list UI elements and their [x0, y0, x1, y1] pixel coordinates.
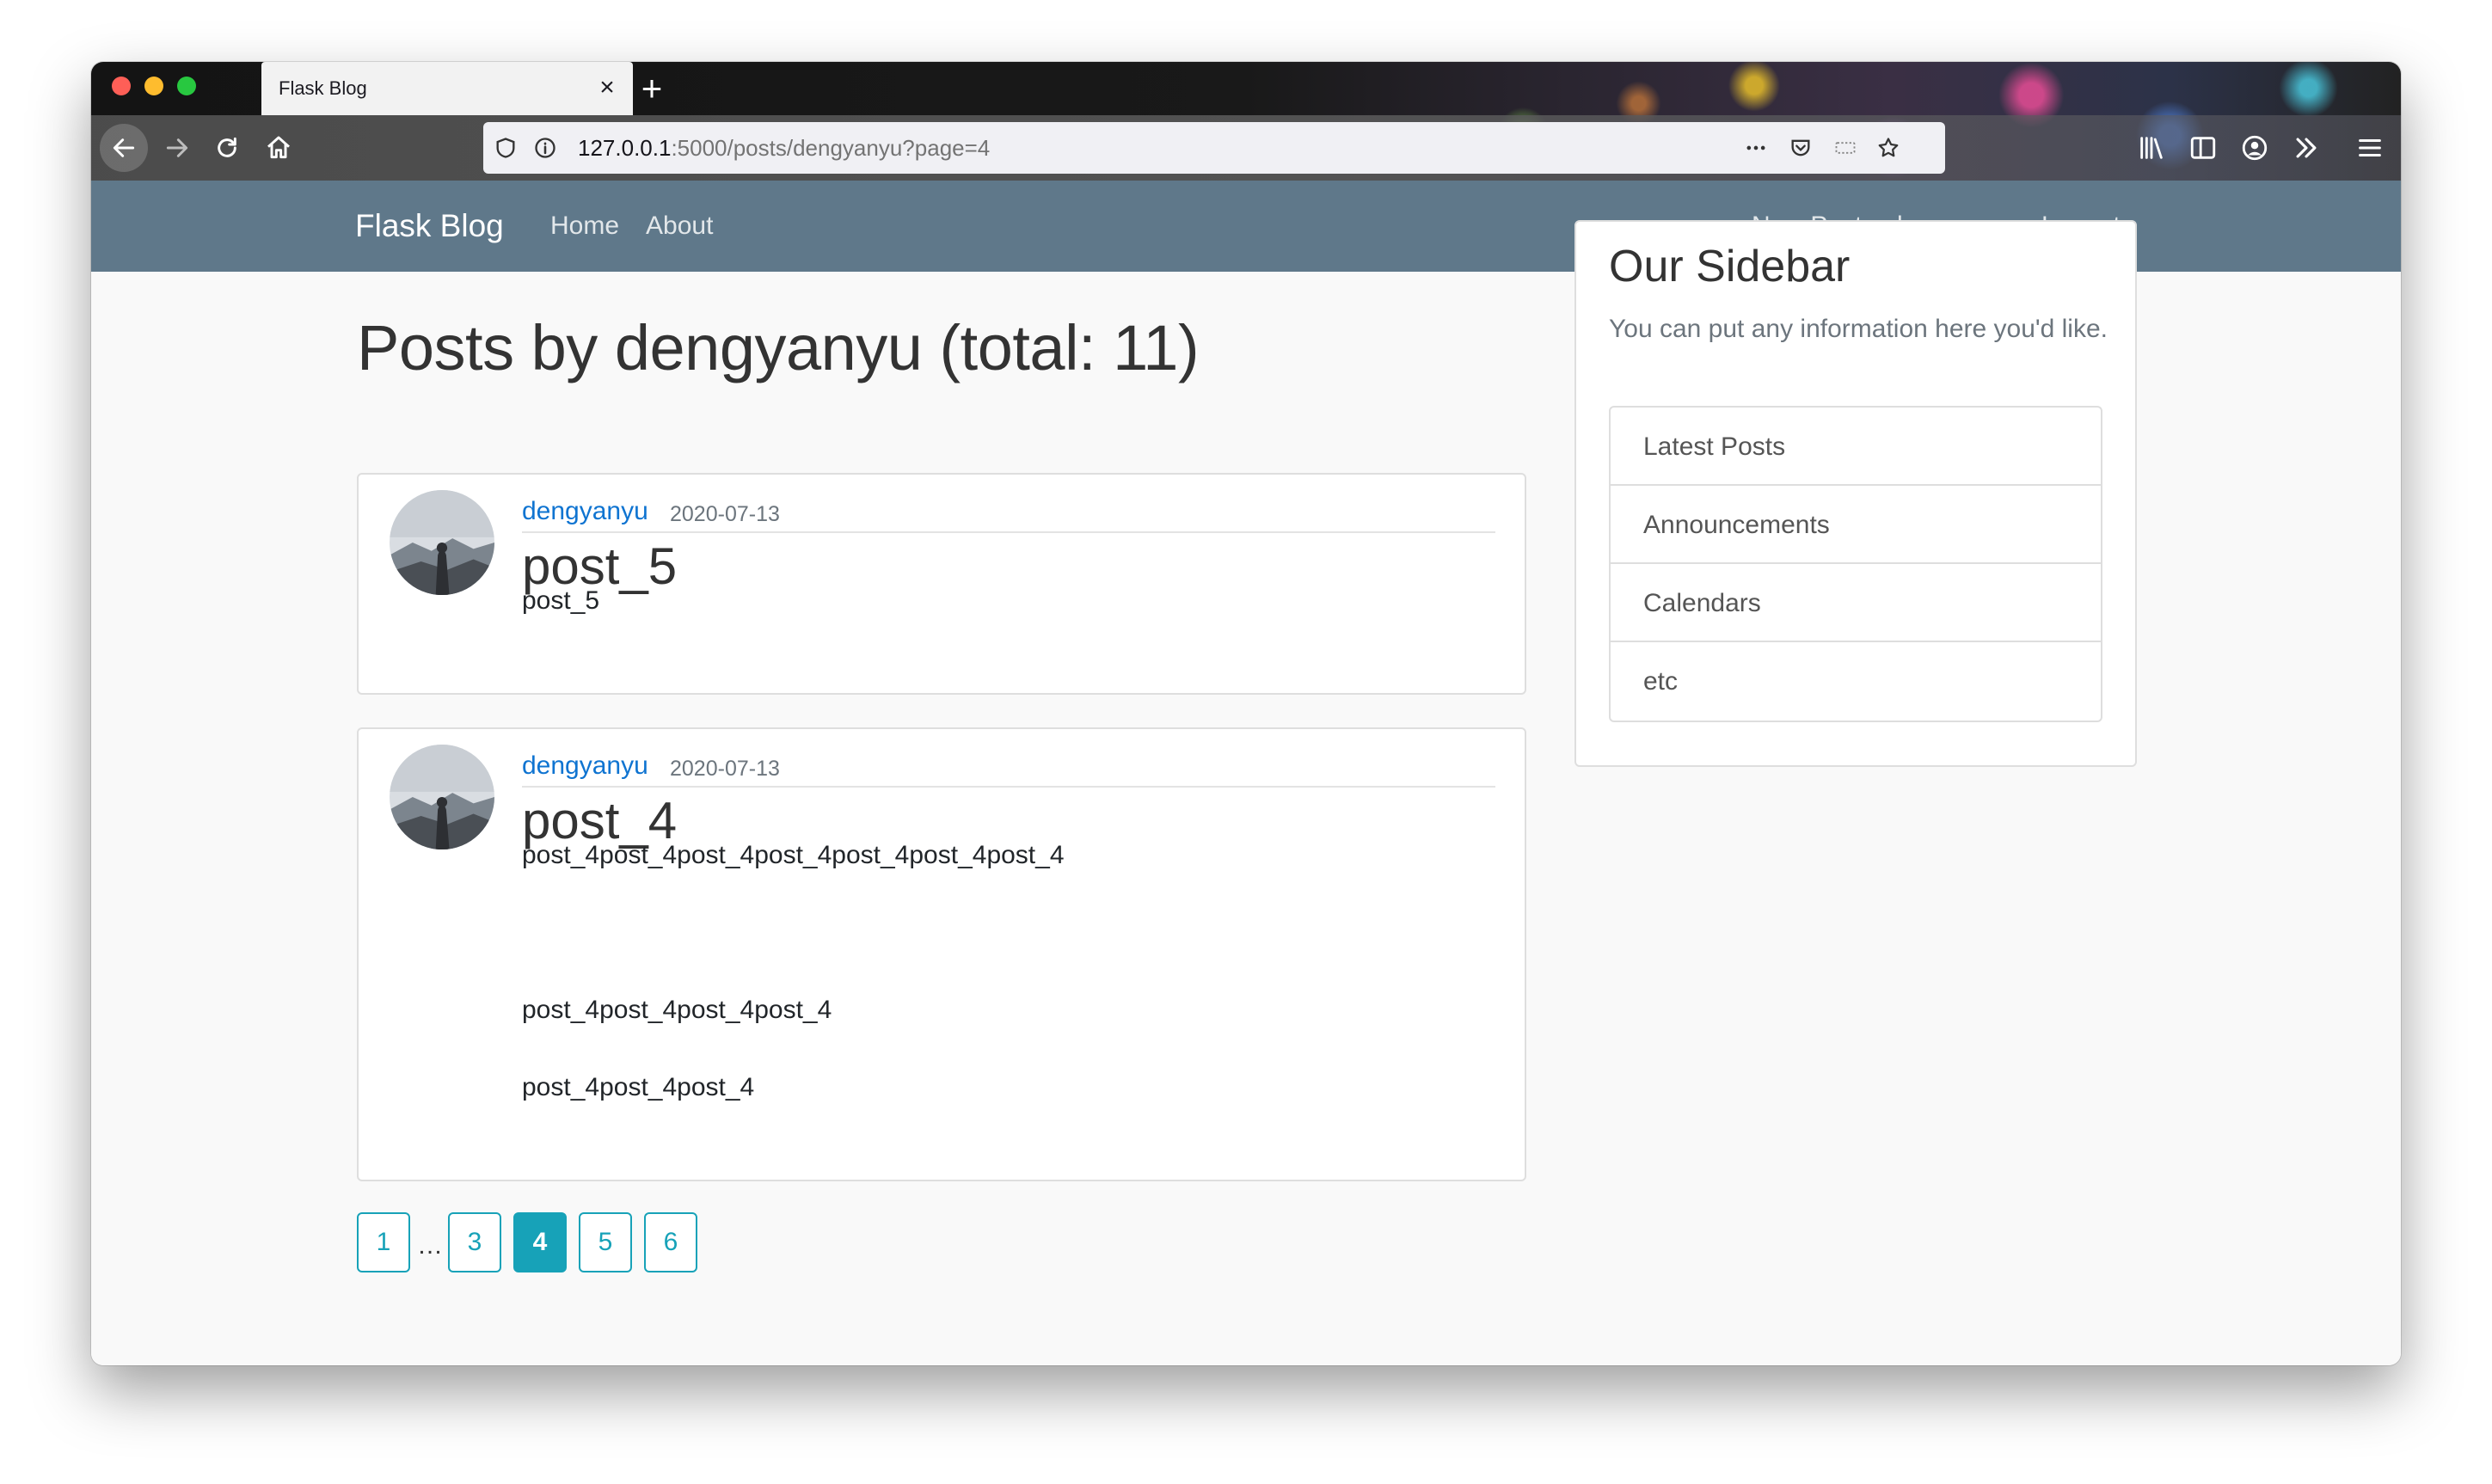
more-actions-icon[interactable] — [1742, 134, 1770, 162]
home-button[interactable] — [255, 124, 303, 172]
pocket-icon[interactable] — [1787, 134, 1814, 162]
browser-window: Flask Blog × + 127.0.0.1:5000/posts/deng… — [91, 62, 2401, 1365]
new-tab-button[interactable]: + — [631, 69, 672, 110]
url-host: 127.0.0.1 — [578, 135, 672, 161]
sidebar: Our Sidebar You can put any information … — [1574, 220, 2137, 767]
home-icon — [267, 136, 290, 159]
url-path: :5000/posts/dengyanyu?page=4 — [671, 135, 991, 161]
page-link-1[interactable]: 1 — [357, 1212, 410, 1272]
reload-icon — [218, 137, 236, 157]
zoom-window-button[interactable] — [177, 77, 196, 95]
page-title: Posts by dengyanyu (total: 11) — [357, 312, 1200, 383]
post-date: 2020-07-13 — [670, 502, 780, 526]
post-card: dengyanyu 2020-07-13 post_5 post_5 — [357, 473, 1526, 695]
screenshot-icon[interactable] — [1832, 134, 1859, 162]
arrow-right-icon — [166, 138, 188, 157]
sidebar-item-etc[interactable]: etc — [1611, 642, 2101, 721]
back-button[interactable] — [100, 124, 148, 172]
post-content-line: post_4post_4post_4post_4 — [522, 996, 832, 1024]
minimize-window-button[interactable] — [144, 77, 163, 95]
reload-button[interactable] — [203, 124, 251, 172]
post-content-line: post_4post_4post_4post_4post_4post_4post… — [522, 841, 1065, 869]
url-text[interactable]: 127.0.0.1:5000/posts/dengyanyu?page=4 — [578, 122, 990, 174]
post-author-link[interactable]: dengyanyu — [522, 751, 648, 781]
sidebar-list: Latest Posts Announcements Calendars etc — [1609, 406, 2102, 722]
browser-chrome: Flask Blog × + 127.0.0.1:5000/posts/deng… — [91, 62, 2401, 181]
navbar-brand[interactable]: Flask Blog — [355, 181, 504, 272]
page-link-6[interactable]: 6 — [644, 1212, 697, 1272]
avatar — [390, 745, 494, 849]
avatar — [390, 490, 494, 595]
browser-tab[interactable]: Flask Blog × — [261, 62, 633, 115]
nav-link-home[interactable]: Home — [550, 181, 619, 272]
nav-link-about[interactable]: About — [646, 181, 713, 272]
sidebar-item-latest-posts[interactable]: Latest Posts — [1611, 408, 2101, 486]
tab-title: Flask Blog — [279, 77, 367, 99]
sidebar-toggle-icon[interactable] — [2186, 131, 2220, 165]
tab-close-icon[interactable]: × — [593, 74, 621, 101]
hamburger-menu-icon[interactable] — [2353, 131, 2387, 165]
page-link-4-current[interactable]: 4 — [513, 1212, 567, 1272]
close-window-button[interactable] — [112, 77, 131, 95]
web-page: Flask Blog Home About New Post dengyanyu… — [91, 181, 2401, 1365]
overflow-chevrons-icon[interactable] — [2289, 131, 2323, 165]
sidebar-title: Our Sidebar — [1609, 242, 1851, 291]
post-content: post_5 — [522, 586, 600, 615]
post-author-link[interactable]: dengyanyu — [522, 497, 648, 526]
library-icon[interactable] — [2134, 131, 2169, 165]
sidebar-description: You can put any information here you'd l… — [1609, 315, 2108, 343]
post-date: 2020-07-13 — [670, 757, 780, 781]
post-card: dengyanyu 2020-07-13 post_4 post_4post_4… — [357, 727, 1526, 1181]
browser-toolbar: 127.0.0.1:5000/posts/dengyanyu?page=4 — [91, 115, 2401, 181]
info-icon[interactable] — [531, 134, 559, 162]
sidebar-item-calendars[interactable]: Calendars — [1611, 564, 2101, 642]
post-meta: dengyanyu 2020-07-13 — [522, 494, 1495, 533]
account-icon[interactable] — [2237, 131, 2272, 165]
post-meta: dengyanyu 2020-07-13 — [522, 748, 1495, 788]
url-bar[interactable]: 127.0.0.1:5000/posts/dengyanyu?page=4 — [483, 122, 1945, 174]
page-ellipsis: … — [417, 1231, 443, 1260]
page-link-5[interactable]: 5 — [579, 1212, 632, 1272]
sidebar-item-announcements[interactable]: Announcements — [1611, 486, 2101, 564]
forward-button[interactable] — [153, 124, 201, 172]
arrow-left-icon — [113, 138, 135, 157]
bookmark-star-icon[interactable] — [1875, 134, 1902, 162]
shield-icon[interactable] — [492, 134, 519, 162]
page-link-3[interactable]: 3 — [448, 1212, 501, 1272]
post-content-line: post_4post_4post_4 — [522, 1073, 755, 1101]
